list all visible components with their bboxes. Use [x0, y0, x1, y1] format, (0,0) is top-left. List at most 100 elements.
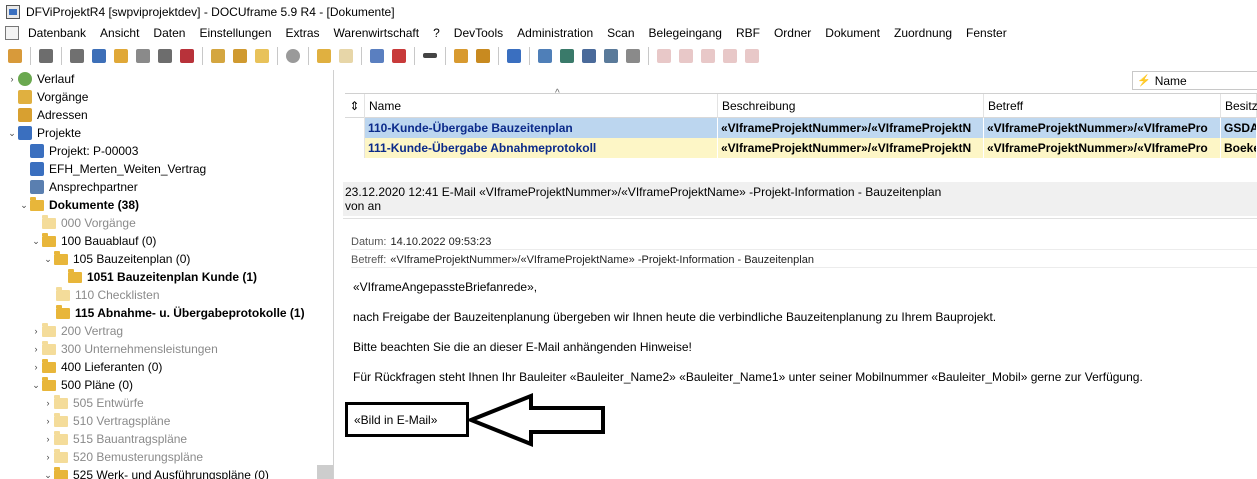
- tree-item-adressen[interactable]: Adressen: [18, 106, 88, 124]
- tree-item-ansprechpartner[interactable]: Ansprechpartner: [30, 178, 138, 196]
- pin-icon[interactable]: [505, 47, 523, 65]
- menu-belegeingang[interactable]: Belegeingang: [642, 26, 729, 40]
- tree-item-projekte[interactable]: ⌄ Projekte: [6, 124, 81, 142]
- book-icon[interactable]: [112, 47, 130, 65]
- tree-item-520[interactable]: › 520 Bemusterungspläne: [42, 448, 203, 466]
- tree-item-efh[interactable]: EFH_Merten_Weiten_Vertrag: [30, 160, 206, 178]
- copy-icon[interactable]: [368, 47, 386, 65]
- table-row[interactable]: 111-Kunde-Übergabe Abnahmeprotokoll «VIf…: [345, 138, 1257, 158]
- scanner-icon[interactable]: [580, 47, 598, 65]
- tree-item-300[interactable]: › 300 Unternehmensleistungen: [30, 340, 218, 358]
- column-header-beschreibung[interactable]: Beschreibung: [718, 94, 984, 118]
- tree-item-500[interactable]: ⌄ 500 Pläne (0): [30, 376, 133, 394]
- filter-field[interactable]: ⚡ Name: [1132, 71, 1257, 90]
- new-document-icon[interactable]: [6, 47, 24, 65]
- menu-dokument[interactable]: Dokument: [818, 26, 887, 40]
- menu-devtools[interactable]: DevTools: [447, 26, 510, 40]
- card-icon[interactable]: [68, 47, 86, 65]
- tree-item-000[interactable]: 000 Vorgänge: [42, 214, 136, 232]
- row-selector[interactable]: [345, 118, 365, 138]
- tree-item-vorgaenge[interactable]: Vorgänge: [18, 88, 88, 106]
- menu-fenster[interactable]: Fenster: [959, 26, 1014, 40]
- users-icon[interactable]: [452, 47, 470, 65]
- chevron-right-icon[interactable]: ›: [42, 397, 54, 409]
- cut-icon[interactable]: [337, 47, 355, 65]
- tree-item-105[interactable]: ⌄ 105 Bauzeitenplan (0): [42, 250, 190, 268]
- tree-item-510[interactable]: › 510 Vertragspläne: [42, 412, 170, 430]
- menu-ansicht[interactable]: Ansicht: [93, 26, 146, 40]
- tree-item-400[interactable]: › 400 Lieferanten (0): [30, 358, 162, 376]
- chevron-right-icon[interactable]: ›: [30, 361, 42, 373]
- chevron-right-icon[interactable]: ›: [42, 451, 54, 463]
- chevron-down-icon[interactable]: ⌄: [18, 199, 30, 211]
- tree-item-115[interactable]: 115 Abnahme- u. Übergabeprotokolle (1): [56, 304, 305, 322]
- menu-extras[interactable]: Extras: [279, 26, 327, 40]
- menu-warenwirtschaft[interactable]: Warenwirtschaft: [327, 26, 427, 40]
- list-icon[interactable]: [90, 47, 108, 65]
- cell-name[interactable]: 111-Kunde-Übergabe Abnahmeprotokoll: [365, 138, 718, 158]
- menu-administration[interactable]: Administration: [510, 26, 600, 40]
- chevron-right-icon[interactable]: ›: [30, 325, 42, 337]
- menu-daten[interactable]: Daten: [146, 26, 192, 40]
- tag-icon[interactable]: [134, 47, 152, 65]
- menu-ordner[interactable]: Ordner: [767, 26, 818, 40]
- chevron-down-icon[interactable]: ⌄: [30, 379, 42, 391]
- search-icon[interactable]: [284, 47, 302, 65]
- menu-scan[interactable]: Scan: [600, 26, 641, 40]
- menu-einstellungen[interactable]: Einstellungen: [192, 26, 278, 40]
- tree-item-verlauf[interactable]: › Verlauf: [6, 70, 74, 88]
- chevron-down-icon[interactable]: ⌄: [30, 235, 42, 247]
- tree-item-dokumente[interactable]: ⌄ Dokumente (38): [18, 196, 139, 214]
- cell-betreff[interactable]: «VIframeProjektNummer»/«VIframePro: [984, 138, 1221, 158]
- menu-datenbank[interactable]: Datenbank: [21, 26, 93, 40]
- column-header-name[interactable]: Name ^: [365, 88, 718, 118]
- tree-label: Vorgänge: [37, 90, 89, 104]
- chevron-right-icon[interactable]: ›: [6, 73, 18, 85]
- tree-item-1051[interactable]: 1051 Bauzeitenplan Kunde (1): [68, 268, 257, 286]
- table-row[interactable]: 110-Kunde-Übergabe Bauzeitenplan «VIfram…: [345, 118, 1257, 138]
- cell-name[interactable]: 110-Kunde-Übergabe Bauzeitenplan: [365, 118, 718, 138]
- user-add-icon[interactable]: [474, 47, 492, 65]
- cell-betreff[interactable]: «VIframeProjektNummer»/«VIframePro: [984, 118, 1221, 138]
- chevron-right-icon[interactable]: ›: [42, 433, 54, 445]
- archive-icon[interactable]: [536, 47, 554, 65]
- sort-toggle-icon[interactable]: ⇕: [345, 94, 365, 118]
- mail-icon[interactable]: [231, 47, 249, 65]
- folder-icon: [54, 250, 68, 265]
- chevron-down-icon[interactable]: ⌄: [42, 469, 54, 479]
- system-menu-icon[interactable]: [5, 25, 19, 40]
- tree-item-100[interactable]: ⌄ 100 Bauablauf (0): [30, 232, 156, 250]
- column-header-betreff[interactable]: Betreff: [984, 94, 1221, 118]
- folder-icon[interactable]: [315, 47, 333, 65]
- cell-beschreibung[interactable]: «VIframeProjektNummer»/«VIframeProjektN: [718, 138, 984, 158]
- document-icon[interactable]: [156, 47, 174, 65]
- tree-item-projekt[interactable]: Projekt: P-00003: [30, 142, 138, 160]
- chevron-down-icon[interactable]: ⌄: [42, 253, 54, 265]
- note-icon[interactable]: [209, 47, 227, 65]
- tree-item-505[interactable]: › 505 Entwürfe: [42, 394, 144, 412]
- chevron-right-icon[interactable]: ›: [30, 343, 42, 355]
- menu-help[interactable]: ?: [426, 26, 447, 40]
- tree-item-110[interactable]: 110 Checklisten: [56, 286, 160, 304]
- database-icon[interactable]: [602, 47, 620, 65]
- menu-rbf[interactable]: RBF: [729, 26, 767, 40]
- tree-item-200[interactable]: › 200 Vertrag: [30, 322, 123, 340]
- chevron-right-icon[interactable]: ›: [42, 415, 54, 427]
- chevron-down-icon[interactable]: ⌄: [6, 127, 18, 139]
- tree-item-525[interactable]: ⌄ 525 Werk- und Ausführungspläne (0): [42, 466, 269, 479]
- row-selector[interactable]: [345, 138, 365, 158]
- stack-icon[interactable]: [558, 47, 576, 65]
- folder-open-icon[interactable]: [253, 47, 271, 65]
- cell-beschreibung[interactable]: «VIframeProjektNummer»/«VIframeProjektN: [718, 118, 984, 138]
- tree-item-515[interactable]: › 515 Bauantragspläne: [42, 430, 187, 448]
- delete-icon[interactable]: [390, 47, 408, 65]
- cell-besitzer[interactable]: Boeke: [1221, 138, 1257, 158]
- tools-icon[interactable]: [624, 47, 642, 65]
- calendar-icon[interactable]: [178, 47, 196, 65]
- column-header-besitzer[interactable]: Besitz: [1221, 94, 1257, 118]
- tree-scrollbar[interactable]: [317, 465, 333, 479]
- cell-besitzer[interactable]: GSDA(: [1221, 118, 1257, 138]
- menu-zuordnung[interactable]: Zuordnung: [887, 26, 959, 40]
- print-icon[interactable]: [37, 47, 55, 65]
- glasses-icon[interactable]: [421, 47, 439, 65]
